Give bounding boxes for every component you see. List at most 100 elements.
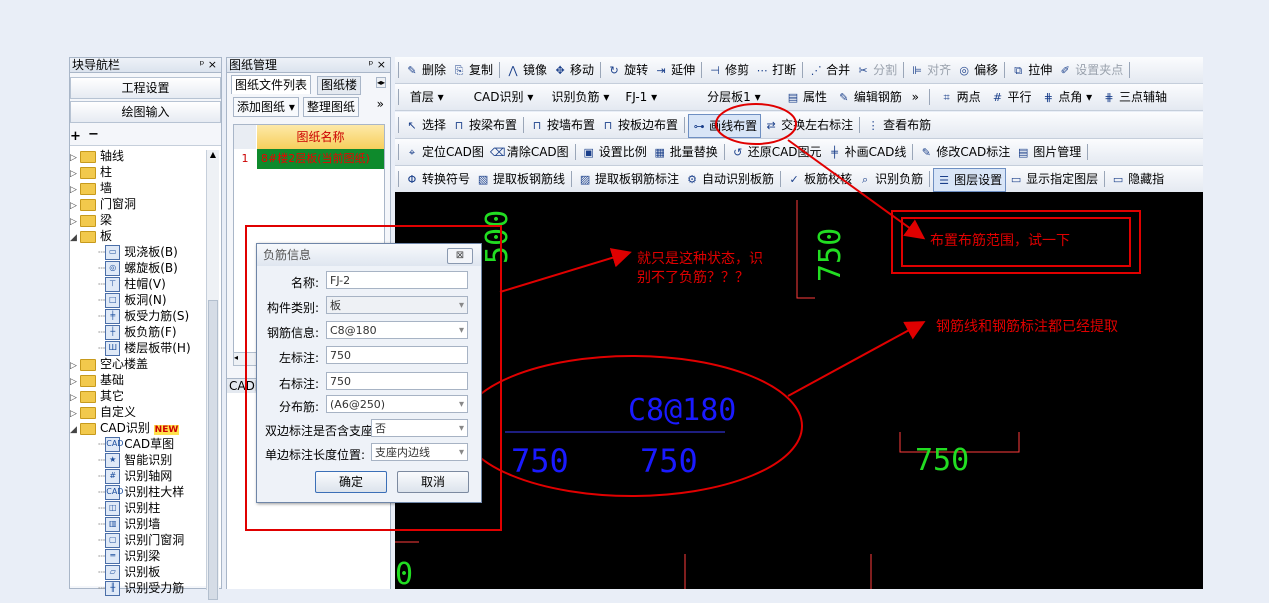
- tree-item[interactable]: ┄ # 识别轴网: [98, 468, 172, 484]
- show-layer-button[interactable]: ▭ 显示指定图层: [1006, 168, 1101, 190]
- tab-file-list[interactable]: 图纸文件列表: [231, 75, 312, 94]
- layer-settings-button[interactable]: ☰ 图层设置: [933, 168, 1007, 192]
- two-point-button[interactable]: ⌗ 两点: [937, 86, 984, 108]
- tree-item[interactable]: ┄ ◫ 识别柱: [98, 500, 160, 516]
- tree-item[interactable]: ┄ ▱ 识别板: [98, 564, 160, 580]
- view-rebar-button[interactable]: ⋮ 查看布筋: [863, 114, 934, 136]
- dialog-field-input[interactable]: 750: [326, 346, 468, 364]
- scroll-up-icon[interactable]: ▲: [207, 150, 219, 159]
- dialog-field-input[interactable]: C8@180: [326, 321, 468, 340]
- expand-all-icon[interactable]: +: [70, 129, 81, 144]
- recognize-negative-button[interactable]: ⌕ 识别负筋: [855, 168, 926, 190]
- tree-item[interactable]: ┄ ╫ 识别受力筋: [98, 580, 184, 596]
- pin-icon[interactable]: ᵖ: [200, 58, 205, 71]
- by-beam-button[interactable]: ⊓ 按梁布置: [449, 114, 520, 136]
- clear-cad-button[interactable]: ⌫清除CAD图: [487, 141, 572, 163]
- tree-item[interactable]: ┄ ═ 识别梁: [98, 548, 160, 564]
- restore-cad-button[interactable]: ↺ 还原CAD图元: [728, 141, 825, 163]
- sublayer-select[interactable]: 分层板1 ▾: [703, 88, 779, 106]
- tree-folder[interactable]: ▷ 墙: [70, 180, 112, 196]
- project-settings-button[interactable]: 工程设置: [70, 77, 221, 99]
- organize-drawing-button[interactable]: 整理图纸: [303, 97, 360, 117]
- tree-item[interactable]: ┄ □ 板洞(N): [98, 292, 167, 308]
- dialog-field-input[interactable]: (A6@250): [326, 395, 468, 414]
- tree-item[interactable]: ┄ ▢ 识别门窗洞: [98, 532, 184, 548]
- dialog-cancel-button[interactable]: 取消: [397, 471, 469, 493]
- close-icon[interactable]: ×: [377, 58, 386, 71]
- convert-symbol-button[interactable]: Φ 转换符号: [402, 168, 473, 190]
- more-icon[interactable]: »: [909, 86, 922, 108]
- check-rebar-button[interactable]: ✓ 板筋校核: [784, 168, 855, 190]
- edit-cad-label-button[interactable]: ✎ 修改CAD标注: [916, 141, 1013, 163]
- tree-item[interactable]: ┄ ★ 智能识别: [98, 452, 172, 468]
- align-button[interactable]: ⊫ 对齐: [907, 59, 954, 81]
- tree-folder[interactable]: ▷ 其它: [70, 388, 124, 404]
- by-wall-button[interactable]: ⊓ 按墙布置: [527, 114, 598, 136]
- swap-label-button[interactable]: ⇄ 交换左右标注: [761, 114, 856, 136]
- tree-item[interactable]: ┄CADCAD草图: [98, 436, 174, 452]
- tree-item[interactable]: ┄ ⊤ 柱帽(V): [98, 276, 166, 292]
- tree-scrollbar[interactable]: ▲: [206, 150, 219, 600]
- dialog-field-input[interactable]: 否: [371, 419, 468, 438]
- tree-folder[interactable]: ◢ 板: [70, 228, 112, 244]
- dialog-close-button[interactable]: ⊠: [447, 248, 473, 264]
- tree-folder[interactable]: ▷ 轴线: [70, 148, 124, 164]
- image-manage-button[interactable]: ▤ 图片管理: [1013, 141, 1084, 163]
- tree-item[interactable]: ┄CAD识别柱大样: [98, 484, 184, 500]
- tab-floor[interactable]: 图纸楼: [317, 76, 362, 95]
- edit-rebar-button[interactable]: ✎ 编辑钢筋: [834, 86, 905, 108]
- type-select[interactable]: 识别负筋 ▾: [547, 88, 617, 106]
- trim-button[interactable]: ⊣ 修剪: [705, 59, 752, 81]
- row-drawing-name[interactable]: 8#楼2层板(当前图纸): [257, 149, 384, 169]
- drawing-input-button[interactable]: 绘图输入: [70, 101, 221, 123]
- split-button[interactable]: ✂ 分割: [853, 59, 900, 81]
- tree-item[interactable]: ┄ Ш 楼层板带(H): [98, 340, 191, 356]
- merge-button[interactable]: ⋰ 合并: [806, 59, 853, 81]
- module-select[interactable]: CAD识别 ▾: [470, 88, 544, 106]
- tree-item[interactable]: ┄ ┼ 板负筋(F): [98, 324, 177, 340]
- break-button[interactable]: ⋯ 打断: [752, 59, 799, 81]
- by-slab-edge-button[interactable]: ⊓ 按板边布置: [598, 114, 681, 136]
- extend-button[interactable]: ⇥ 延伸: [651, 59, 698, 81]
- component-select[interactable]: FJ-1 ▾: [621, 88, 699, 106]
- rotate-button[interactable]: ↻ 旋转: [604, 59, 651, 81]
- three-point-axis-button[interactable]: ⋕ 三点辅轴: [1099, 86, 1170, 108]
- properties-button[interactable]: ▤ 属性: [783, 86, 830, 108]
- dialog-field-input[interactable]: 板: [326, 296, 468, 315]
- copy-button[interactable]: ⎘ 复制: [449, 59, 496, 81]
- tab-scroll-arrows[interactable]: ◂▸: [375, 77, 386, 88]
- point-angle-button[interactable]: ⋕ 点角 ▾: [1038, 86, 1095, 108]
- stretch-button[interactable]: ⧉ 拉伸: [1008, 59, 1055, 81]
- expand-arrow-icon[interactable]: ◢: [70, 422, 80, 438]
- tree-folder[interactable]: ◢ CAD识别 NEW: [70, 420, 180, 438]
- pin-icon[interactable]: ᵖ: [369, 58, 374, 71]
- column-header-name[interactable]: 图纸名称: [257, 125, 384, 149]
- add-drawing-button[interactable]: 添加图纸 ▾: [233, 97, 299, 117]
- tree-folder[interactable]: ▷ 梁: [70, 212, 112, 228]
- extract-line-button[interactable]: ▧ 提取板钢筋线: [473, 168, 568, 190]
- delete-button[interactable]: ✎ 删除: [402, 59, 449, 81]
- table-row[interactable]: 1 8#楼2层板(当前图纸): [234, 149, 384, 169]
- scale-button[interactable]: ▣ 设置比例: [579, 141, 650, 163]
- tree-folder[interactable]: ▷ 门窗洞: [70, 196, 136, 212]
- more-icon[interactable]: »: [377, 97, 384, 111]
- hide-layer-button[interactable]: ▭ 隐藏指: [1108, 168, 1167, 190]
- collapse-all-icon[interactable]: −: [88, 127, 99, 142]
- draw-cad-line-button[interactable]: ╪ 补画CAD线: [825, 141, 910, 163]
- close-icon[interactable]: ×: [208, 58, 217, 71]
- tree-item[interactable]: ┄ ◎ 螺旋板(B): [98, 260, 178, 276]
- select-button[interactable]: ↖ 选择: [402, 114, 449, 136]
- batch-replace-button[interactable]: ▦ 批量替换: [650, 141, 721, 163]
- scroll-thumb[interactable]: [208, 300, 218, 600]
- auto-recognize-button[interactable]: ⚙ 自动识别板筋: [682, 168, 777, 190]
- floor-select[interactable]: 首层 ▾: [406, 88, 466, 106]
- locate-cad-button[interactable]: ⌖ 定位CAD图: [402, 141, 487, 163]
- tree-folder[interactable]: ▷ 柱: [70, 164, 112, 180]
- move-button[interactable]: ✥ 移动: [550, 59, 597, 81]
- extract-label-button[interactable]: ▨ 提取板钢筋标注: [575, 168, 682, 190]
- tree-item[interactable]: ┄ ╪ 板受力筋(S): [98, 308, 189, 324]
- dialog-field-input[interactable]: 750: [326, 372, 468, 390]
- grip-button[interactable]: ✐ 设置夹点: [1055, 59, 1126, 81]
- mirror-button[interactable]: ⋀ 镜像: [503, 59, 550, 81]
- dialog-ok-button[interactable]: 确定: [315, 471, 387, 493]
